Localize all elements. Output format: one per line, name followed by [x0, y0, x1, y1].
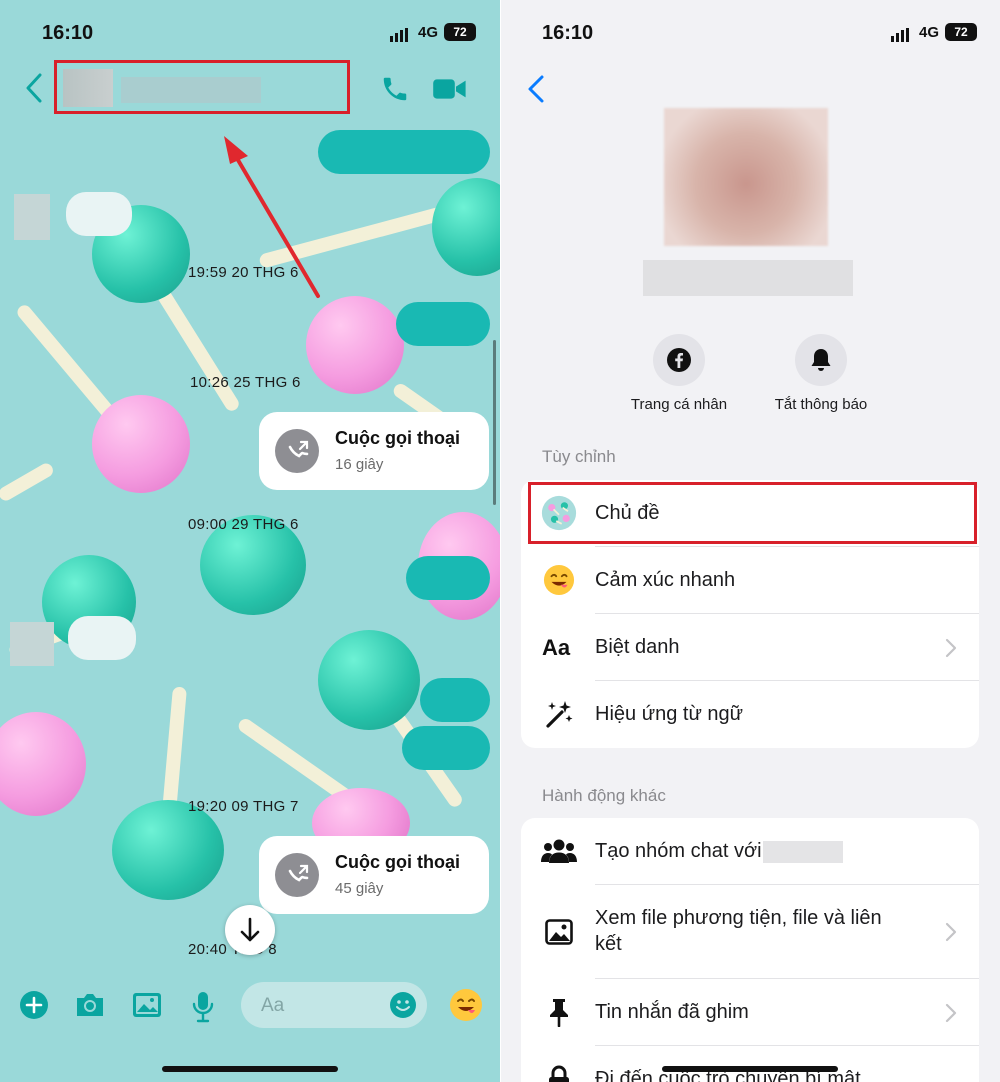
home-indicator — [162, 1066, 338, 1072]
camera-icon[interactable] — [74, 990, 106, 1020]
chevron-right-icon — [945, 638, 957, 658]
signal-icon — [891, 28, 909, 42]
facebook-icon — [653, 334, 705, 386]
scroll-to-bottom-button[interactable] — [225, 905, 275, 955]
lock-icon — [541, 1061, 577, 1082]
bell-icon — [795, 334, 847, 386]
chat-info-screen: 16:10 4G 72 Trang cá nhân Tắt thông báo … — [501, 0, 1000, 1082]
message-bubble-redacted — [406, 556, 490, 600]
magic-wand-icon — [541, 696, 577, 732]
profile-name-redacted — [643, 260, 853, 296]
call-title: Cuộc gọi thoại — [335, 852, 460, 872]
arrow-down-icon — [240, 917, 260, 942]
menu-item-label: Cảm xúc nhanh — [595, 569, 736, 591]
call-message-card[interactable]: Cuộc gọi thoại 45 giây — [259, 836, 489, 914]
message-bubble-redacted — [402, 726, 490, 770]
bg-decoration — [318, 630, 420, 730]
menu-item-label: Xem file phương tiện, file và liên kết — [595, 907, 882, 955]
profile-photo-redacted[interactable] — [664, 108, 828, 246]
call-title: Cuộc gọi thoại — [335, 428, 460, 448]
microphone-icon[interactable] — [190, 990, 216, 1024]
bg-decoration — [92, 395, 190, 493]
message-bubble-redacted — [420, 678, 490, 722]
menu-item-media-files[interactable]: Xem file phương tiện, file và liên kết — [521, 885, 979, 979]
text-aa-icon: Aa — [541, 629, 577, 665]
svg-text:Aa: Aa — [542, 635, 571, 660]
theme-highlight-box — [528, 482, 977, 544]
phone-callback-icon — [275, 429, 319, 473]
other-actions-card: Tạo nhóm chat với Xem file phương tiện, … — [521, 818, 979, 1082]
call-message-card[interactable]: Cuộc gọi thoại 16 giây — [259, 412, 489, 490]
menu-item-label: Tin nhắn đã ghim — [595, 1001, 749, 1023]
call-duration: 45 giây — [335, 880, 384, 897]
image-icon — [541, 914, 577, 950]
composer-bar: Aa — [0, 982, 500, 1032]
chevron-right-icon — [945, 1003, 957, 1023]
mute-action[interactable]: Tắt thông báo — [751, 334, 891, 413]
section-title-other-actions: Hành động khác — [542, 786, 666, 805]
message-timestamp: 19:20 09 THG 7 — [188, 798, 299, 815]
menu-item-word-effects[interactable]: Hiệu ứng từ ngữ — [521, 681, 979, 748]
pin-icon — [541, 994, 577, 1030]
menu-item-create-group-label: Tạo nhóm chat với — [595, 838, 844, 864]
people-icon — [541, 833, 577, 869]
message-input[interactable]: Aa — [241, 982, 427, 1028]
emoji-picker-icon[interactable] — [389, 991, 417, 1019]
message-bubble-redacted — [68, 616, 136, 660]
home-indicator — [662, 1066, 838, 1072]
phone-callback-icon — [275, 853, 319, 897]
emoji-icon — [541, 562, 577, 598]
menu-item-pinned-messages[interactable]: Tin nhắn đã ghim — [521, 979, 979, 1046]
back-chevron-icon[interactable] — [525, 74, 547, 104]
menu-item-create-group[interactable]: Tạo nhóm chat với — [521, 818, 979, 885]
bg-decoration — [112, 800, 224, 900]
menu-item-quick-reaction[interactable]: Cảm xúc nhanh — [521, 547, 979, 614]
status-time: 16:10 — [542, 22, 594, 44]
annotation-arrow-icon — [224, 136, 320, 298]
message-input-placeholder: Aa — [261, 995, 285, 1016]
menu-item-label: Tạo nhóm chat với — [595, 840, 762, 862]
sender-avatar-redacted — [10, 622, 54, 666]
message-timestamp: 09:00 29 THG 6 — [188, 516, 299, 533]
network-label: 4G — [918, 24, 939, 41]
profile-action-label: Trang cá nhân — [630, 396, 728, 413]
plus-circle-icon[interactable] — [19, 990, 49, 1020]
menu-item-secret-conversation[interactable]: Đi đến cuộc trò chuyện bí mật — [521, 1046, 979, 1082]
menu-item-nickname[interactable]: Aa Biệt danh — [521, 614, 979, 681]
chat-screen: 16:10 4G 72 19:59 20 THG 6 10:26 25 THG … — [0, 0, 500, 1082]
menu-item-label: Biệt danh — [595, 636, 680, 658]
status-bar: 16:10 4G 72 — [501, 18, 1000, 48]
gallery-icon[interactable] — [131, 990, 163, 1020]
contact-name-redacted — [763, 840, 844, 863]
chevron-right-icon — [945, 922, 957, 942]
section-title-customize: Tùy chỉnh — [542, 447, 616, 466]
bg-decoration — [0, 712, 86, 816]
battery-icon: 72 — [945, 23, 977, 41]
quick-reaction-emoji-icon[interactable] — [449, 988, 483, 1022]
call-duration: 16 giây — [335, 456, 384, 473]
bg-decoration — [0, 460, 56, 504]
mute-action-label: Tắt thông báo — [774, 396, 868, 413]
profile-action[interactable]: Trang cá nhân — [609, 334, 749, 413]
menu-item-label: Hiệu ứng từ ngữ — [595, 703, 744, 725]
